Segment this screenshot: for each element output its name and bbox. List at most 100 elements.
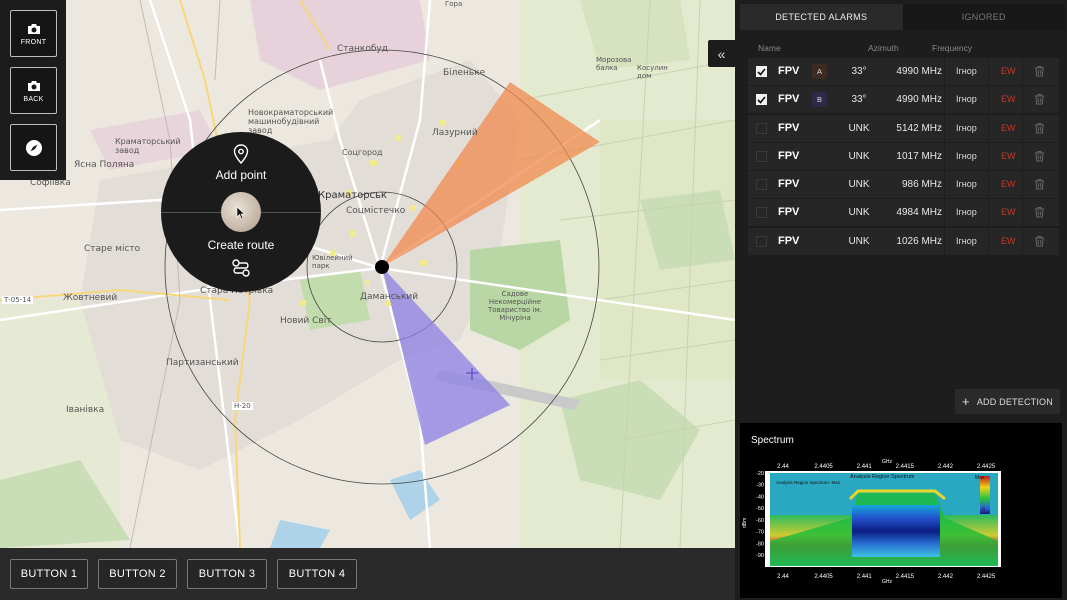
map-view[interactable]: Станкобуд Біленьке Новокраматорський маш…	[0, 0, 735, 548]
ew-button[interactable]: EW	[1001, 94, 1016, 104]
alarm-row[interactable]: FPV B 33° 4990 MHz Ігнор EW	[748, 86, 1059, 114]
alarm-frequency: 986 MHz	[901, 179, 942, 191]
check-icon	[757, 67, 766, 76]
alarm-name: FPV	[778, 234, 800, 247]
alarm-checkbox[interactable]	[756, 179, 767, 191]
trash-icon[interactable]	[1034, 178, 1045, 190]
trash-icon[interactable]	[1034, 122, 1045, 134]
row-separator	[1022, 58, 1023, 85]
alarm-row[interactable]: FPV UNK 986 MHz Ігнор EW	[748, 171, 1059, 199]
alarm-row[interactable]: FPV A 33° 4990 MHz Ігнор EW	[748, 58, 1059, 85]
button-1[interactable]: BUTTON 1	[10, 559, 88, 589]
place-label: Новий Світ	[280, 316, 332, 326]
trash-icon[interactable]	[1034, 65, 1045, 77]
ew-button[interactable]: EW	[1001, 179, 1016, 189]
alarm-name: FPV	[778, 178, 800, 191]
y-tick-label: -40	[756, 494, 764, 500]
ignore-button[interactable]: Ігнор	[956, 66, 977, 76]
ew-button[interactable]: EW	[1001, 236, 1016, 246]
place-label: Даманський	[360, 292, 419, 302]
place-label: Морозова балка	[596, 56, 632, 72]
map-canvas[interactable]	[0, 0, 735, 548]
compass-button[interactable]	[10, 124, 57, 171]
alarm-row[interactable]: FPV UNK 4984 MHz Ігнор EW	[748, 199, 1059, 227]
x-tick-label: 2.442	[938, 574, 954, 580]
bottom-bar: BUTTON 1 BUTTON 2 BUTTON 3 BUTTON 4	[0, 548, 735, 600]
colorbar-min: 0	[982, 507, 985, 513]
radial-menu: Add point Create route	[161, 132, 321, 292]
alarm-name: FPV	[778, 65, 800, 77]
y-tick-label: -20	[756, 471, 764, 477]
left-toolbar: FRONT BACK	[0, 0, 66, 180]
tab-detected-alarms[interactable]: DETECTED ALARMS	[740, 4, 903, 30]
row-separator	[944, 142, 945, 170]
alarm-list: FPV A 33° 4990 MHz Ігнор EW FPV B 33° 4990 MHz Ігн…	[748, 58, 1059, 256]
route-icon	[232, 259, 250, 277]
ignore-button[interactable]: Ігнор	[956, 94, 977, 104]
ignore-button[interactable]: Ігнор	[956, 151, 977, 161]
add-point-button[interactable]: Add point	[161, 144, 321, 182]
alarm-checkbox[interactable]	[756, 235, 767, 247]
row-separator	[944, 199, 945, 227]
y-tick-label: -50	[756, 506, 764, 512]
y-tick-label: -90	[756, 553, 764, 559]
alarm-checkbox[interactable]	[756, 122, 767, 134]
x-tick-label: 2.441	[857, 464, 873, 470]
radial-center[interactable]	[221, 192, 261, 232]
button-2[interactable]: BUTTON 2	[98, 559, 177, 589]
trash-icon[interactable]	[1034, 150, 1045, 162]
place-label: Станкобуд	[337, 44, 388, 54]
back-camera-button[interactable]: BACK	[10, 67, 57, 114]
ew-button[interactable]: EW	[1001, 66, 1016, 76]
create-route-button[interactable]: Create route	[161, 238, 321, 278]
trash-icon[interactable]	[1034, 235, 1045, 247]
place-label: Старе місто	[84, 244, 141, 254]
alarm-row[interactable]: FPV UNK 5142 MHz Ігнор EW	[748, 114, 1059, 142]
bottom-unit-label: GHz	[882, 579, 893, 585]
ew-button[interactable]: EW	[1001, 207, 1016, 217]
alarm-frequency: 4984 MHz	[896, 207, 942, 219]
alarm-checkbox[interactable]	[756, 94, 767, 106]
place-label: Лазурний	[432, 128, 478, 138]
row-separator	[944, 114, 945, 142]
row-separator	[1022, 86, 1023, 114]
alarm-frequency: 1017 MHz	[896, 150, 942, 162]
place-label: Новокраматорський машинобудівний завод	[248, 108, 334, 135]
alarm-badge: A	[812, 64, 827, 79]
ignore-button[interactable]: Ігнор	[956, 179, 977, 189]
alarm-row[interactable]: FPV UNK 1026 MHz Ігнор EW	[748, 227, 1059, 255]
alarm-checkbox[interactable]	[756, 207, 767, 219]
button-3[interactable]: BUTTON 3	[187, 559, 267, 589]
row-separator	[1022, 227, 1023, 255]
ignore-button[interactable]: Ігнор	[956, 123, 977, 133]
alarm-row[interactable]: FPV UNK 1017 MHz Ігнор EW	[748, 142, 1059, 170]
x-tick-label: 2.4425	[977, 464, 996, 470]
x-tick-label: 2.4405	[814, 574, 833, 580]
ignore-button[interactable]: Ігнор	[956, 236, 977, 246]
row-separator	[988, 227, 989, 255]
add-detection-button[interactable]: + ADD DETECTION	[955, 389, 1060, 414]
trash-icon[interactable]	[1034, 93, 1045, 105]
x-tick-label: 2.44	[777, 464, 789, 470]
alarm-badge: B	[812, 92, 827, 108]
row-separator	[988, 171, 989, 199]
create-route-label: Create route	[207, 238, 275, 252]
alarms-panel: DETECTED ALARMS IGNORED Name Azimuth Fre…	[735, 0, 1067, 600]
place-label: Гора	[445, 0, 463, 8]
alarm-azimuth: UNK	[848, 150, 870, 162]
road-label: Т-05-14	[2, 296, 34, 304]
alarm-checkbox[interactable]	[756, 150, 767, 162]
ew-button[interactable]: EW	[1001, 151, 1016, 161]
alarm-name: FPV	[778, 206, 800, 219]
ignore-button[interactable]: Ігнор	[956, 207, 977, 217]
add-detection-label: ADD DETECTION	[976, 396, 1053, 407]
ew-button[interactable]: EW	[1001, 123, 1016, 133]
place-label: Садове Некомерційне Товариство ім. Мічур…	[488, 290, 542, 322]
collapse-panel-button[interactable]: «	[708, 40, 735, 67]
button-4[interactable]: BUTTON 4	[277, 559, 357, 589]
column-azimuth: Azimuth	[868, 43, 899, 53]
trash-icon[interactable]	[1034, 206, 1045, 218]
alarm-checkbox[interactable]	[756, 66, 767, 77]
front-camera-button[interactable]: FRONT	[10, 10, 57, 57]
tab-ignored[interactable]: IGNORED	[902, 4, 1065, 30]
